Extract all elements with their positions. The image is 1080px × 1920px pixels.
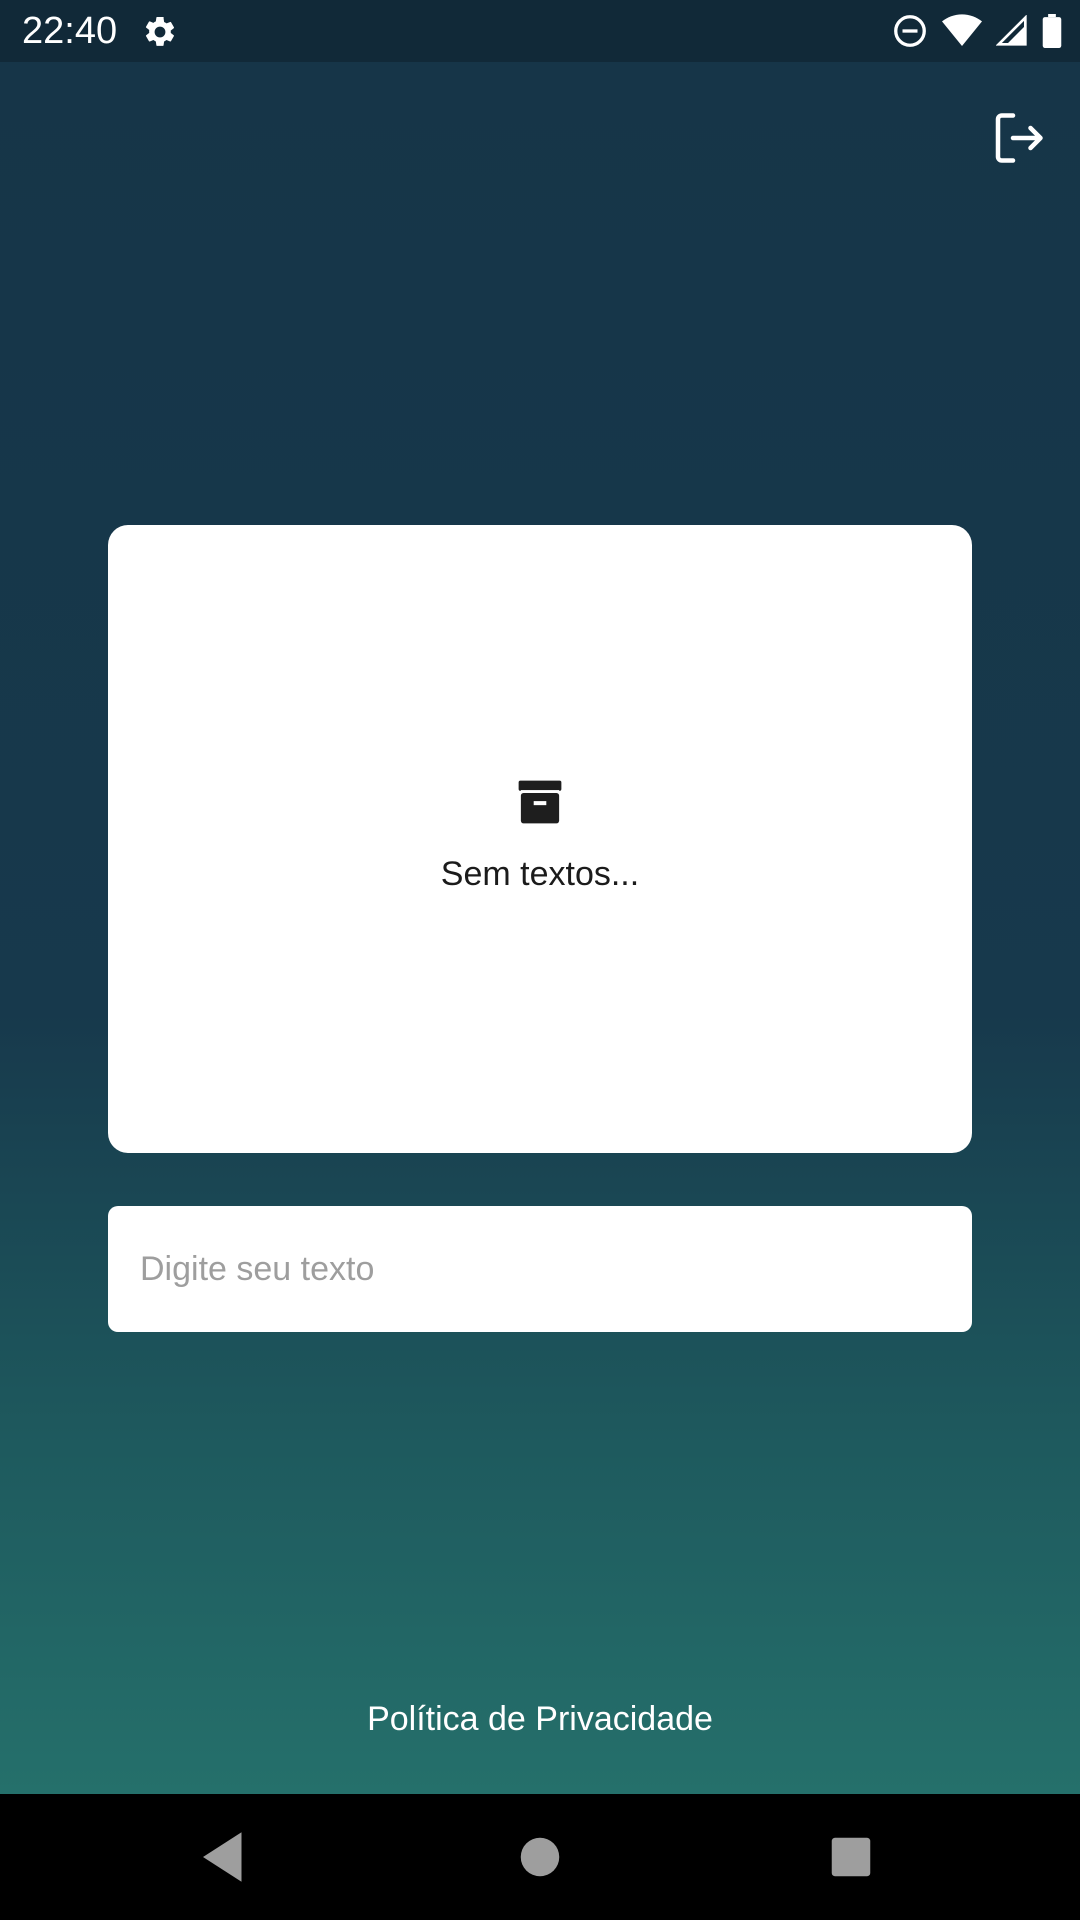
- back-triangle-icon: [203, 1832, 242, 1882]
- home-button[interactable]: [507, 1824, 573, 1890]
- text-input[interactable]: [108, 1206, 972, 1332]
- navigation-bar: [0, 1794, 1080, 1920]
- app-content: Sem textos... Política de Privacidade: [0, 62, 1080, 1794]
- settings-icon: [142, 14, 178, 50]
- signal-icon: [996, 15, 1028, 47]
- screen: 22:40 Sem textos... Digite seu texto Pol…: [0, 0, 1080, 1920]
- status-icons: [892, 12, 1062, 50]
- home-circle-icon: [520, 1837, 560, 1877]
- back-button[interactable]: [192, 1824, 258, 1890]
- logout-icon: [995, 113, 1043, 163]
- do-not-disturb-icon: [892, 13, 928, 49]
- messages-card: Sem textos...: [108, 525, 972, 1153]
- battery-icon: [1042, 14, 1062, 48]
- empty-state: Sem textos...: [108, 775, 972, 894]
- logout-button[interactable]: [988, 108, 1048, 168]
- status-time: 22:40: [22, 10, 118, 52]
- text-input-container: [108, 1206, 972, 1332]
- archive-icon: [513, 775, 567, 829]
- recents-button[interactable]: [818, 1824, 884, 1890]
- empty-state-text: Sem textos...: [440, 855, 640, 893]
- status-bar: 22:40: [0, 0, 1080, 62]
- wifi-icon: [942, 14, 982, 48]
- privacy-policy-link[interactable]: Política de Privacidade: [0, 1700, 1080, 1739]
- recents-square-icon: [831, 1837, 871, 1877]
